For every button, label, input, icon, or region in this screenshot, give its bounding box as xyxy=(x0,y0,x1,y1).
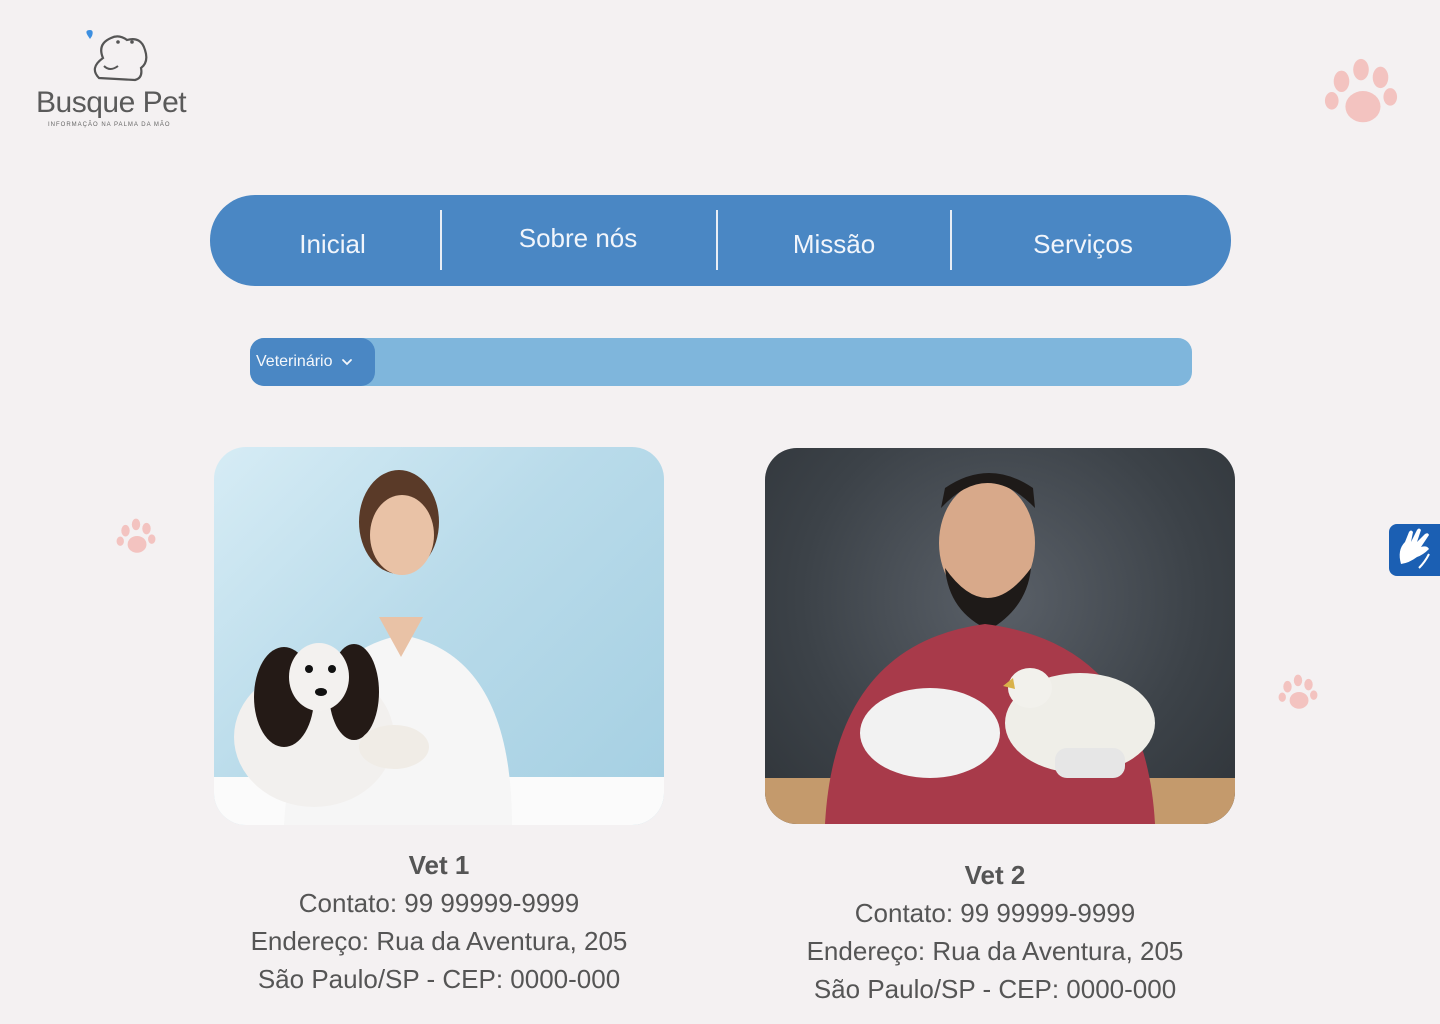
vet-address: Endereço: Rua da Aventura, 205 xyxy=(806,936,1184,966)
category-select-label: Veterinário xyxy=(256,353,333,370)
accessibility-button[interactable] xyxy=(1389,524,1440,576)
vet-name: Vet 2 xyxy=(964,860,1026,890)
vet-contact: Contato: 99 99999-9999 xyxy=(854,898,1136,928)
brand-tagline: INFORMAÇÃO NA PALMA DA MÃO xyxy=(48,122,171,128)
vet-photo xyxy=(765,448,1235,824)
paw-icon xyxy=(1278,674,1318,709)
sign-language-icon xyxy=(1399,528,1430,569)
vet-address: Endereço: Rua da Aventura, 205 xyxy=(250,926,628,956)
category-select[interactable]: Veterinário xyxy=(250,338,375,386)
main-nav: Inicial Sobre nós Missão Serviços xyxy=(210,195,1231,286)
vet-info: Vet 1 Contato: 99 99999-9999 Endereço: R… xyxy=(214,846,664,998)
nav-item-servicos[interactable]: Serviços xyxy=(952,199,1214,290)
vet-name: Vet 1 xyxy=(408,850,470,880)
nav-item-missao[interactable]: Missão xyxy=(718,199,950,290)
vet-city: São Paulo/SP - CEP: 0000-000 xyxy=(813,974,1177,1004)
brand-name: Busque Pet xyxy=(36,86,187,119)
paw-icon xyxy=(1324,58,1398,123)
vet-city: São Paulo/SP - CEP: 0000-000 xyxy=(257,964,621,994)
vet-contact: Contato: 99 99999-9999 xyxy=(298,888,580,918)
paw-icon xyxy=(116,518,156,553)
vet-photo xyxy=(214,447,664,825)
nav-item-sobre-nos[interactable]: Sobre nós xyxy=(442,193,714,284)
pet-logo-icon xyxy=(86,30,148,82)
search-bar[interactable]: Veterinário xyxy=(250,338,1192,386)
vet-info: Vet 2 Contato: 99 99999-9999 Endereço: R… xyxy=(765,856,1225,1008)
chevron-down-icon xyxy=(341,359,352,366)
brand-logo[interactable]: Busque Pet INFORMAÇÃO NA PALMA DA MÃO xyxy=(30,18,200,138)
nav-item-inicial[interactable]: Inicial xyxy=(230,199,435,290)
